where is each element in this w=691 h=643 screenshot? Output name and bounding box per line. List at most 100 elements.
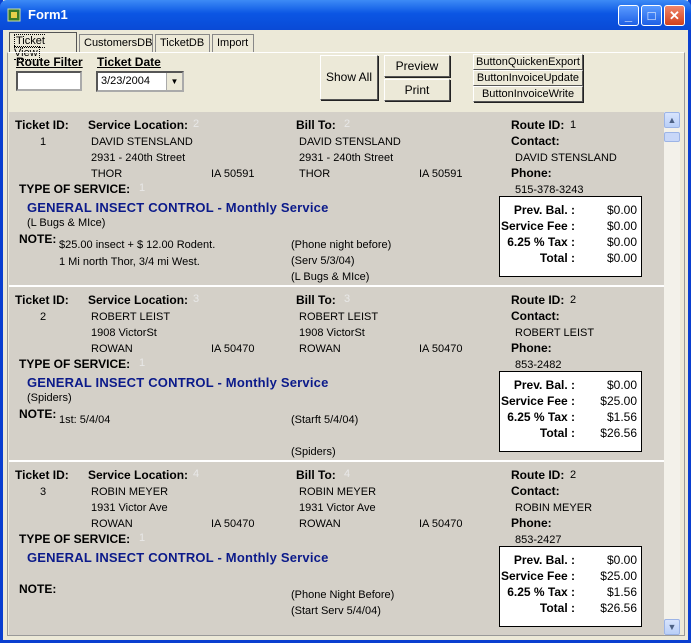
tab-customers-db[interactable]: CustomersDB — [79, 34, 153, 52]
service-name: GENERAL INSECT CONTROL - Monthly Service — [27, 550, 329, 565]
invoice-write-button[interactable]: ButtonInvoiceWrite — [473, 86, 583, 102]
service-pests: (Spiders) — [27, 392, 72, 404]
scroll-up-button[interactable]: ▲ — [664, 112, 680, 128]
service-name: GENERAL INSECT CONTROL - Monthly Service — [27, 375, 329, 390]
prev-balance-value: $0.00 — [606, 378, 637, 392]
service-location-street: 1931 Victor Ave — [91, 502, 168, 514]
contact-label: Contact: — [511, 309, 560, 323]
show-all-button[interactable]: Show All — [320, 55, 378, 100]
service-location-city: ROWAN — [91, 518, 133, 530]
scroll-thumb[interactable] — [664, 132, 680, 142]
note-label: NOTE: — [19, 407, 57, 421]
quicken-export-button[interactable]: ButtonQuickenExport — [473, 54, 583, 70]
prev-balance-value: $0.00 — [606, 203, 637, 217]
ticket-id-label: Ticket ID: — [15, 468, 69, 482]
minimize-button[interactable]: _ — [618, 5, 639, 26]
total-value: $26.56 — [600, 426, 637, 440]
service-location-code: 2 — [193, 118, 200, 130]
note-right-3: (L Bugs & MIce) — [291, 271, 370, 283]
bill-to-label: Bill To: — [296, 118, 336, 132]
preview-button[interactable]: Preview — [384, 55, 450, 77]
tax-value: $1.56 — [606, 585, 637, 599]
invoice-update-button[interactable]: ButtonInvoiceUpdate — [473, 70, 583, 86]
service-fee-label: Service Fee : — [500, 569, 575, 583]
ticket-id-value: 2 — [40, 311, 47, 323]
note-right-1: (Starft 5/4/04) — [291, 414, 359, 426]
service-location-state-zip: IA 50591 — [211, 168, 255, 180]
contact-value: ROBERT LEIST — [515, 327, 595, 339]
service-fee-value: $0.00 — [606, 219, 637, 233]
tab-import[interactable]: Import — [212, 34, 254, 52]
maximize-icon: □ — [647, 8, 656, 23]
ticket-id-label: Ticket ID: — [15, 118, 69, 132]
bill-to-street: 2931 - 240th Street — [299, 152, 394, 164]
tab-ticket-db[interactable]: TicketDB — [155, 34, 210, 52]
service-fee-label: Service Fee : — [500, 394, 575, 408]
type-of-service-label: TYPE OF SERVICE: — [19, 532, 131, 546]
note-line-1: 1st: 5/4/04 — [59, 414, 111, 426]
service-location-street: 1908 VictorSt — [91, 327, 157, 339]
chevron-down-icon[interactable]: ▼ — [166, 73, 182, 90]
bill-to-name: DAVID STENSLAND — [299, 136, 401, 148]
bill-to-label: Bill To: — [296, 293, 336, 307]
close-button[interactable]: ✕ — [664, 5, 685, 26]
note-label: NOTE: — [19, 232, 57, 246]
route-id-label: Route ID: — [511, 293, 565, 307]
service-name: GENERAL INSECT CONTROL - Monthly Service — [27, 200, 329, 215]
route-filter-input[interactable] — [16, 71, 82, 91]
tab-ticket-view[interactable]: Ticket View — [9, 32, 77, 60]
title-bar[interactable]: Form1 _ □ ✕ — [0, 0, 691, 30]
prev-balance-value: $0.00 — [606, 553, 637, 567]
prev-balance-label: Prev. Bal. : — [513, 378, 575, 392]
bill-to-name: ROBERT LEIST — [299, 311, 379, 323]
ticket-id-value: 1 — [40, 136, 47, 148]
contact-value: ROBIN MEYER — [515, 502, 593, 514]
app-icon — [7, 8, 21, 22]
ticket-id-label: Ticket ID: — [15, 293, 69, 307]
totals-box: Prev. Bal. : $0.00 Service Fee : $25.00 … — [499, 371, 642, 452]
type-of-service-label: TYPE OF SERVICE: — [19, 357, 131, 371]
service-fee-value: $25.00 — [600, 569, 637, 583]
service-code: 1 — [139, 357, 146, 369]
chevron-up-icon: ▲ — [667, 115, 677, 125]
tax-label: 6.25 % Tax : — [507, 235, 575, 249]
total-label: Total : — [539, 426, 575, 440]
minimize-icon: _ — [624, 8, 633, 23]
bill-to-label: Bill To: — [296, 468, 336, 482]
service-location-name: ROBERT LEIST — [91, 311, 171, 323]
route-id-value: 2 — [570, 469, 577, 481]
service-location-name: ROBIN MEYER — [91, 486, 169, 498]
bill-to-city: THOR — [299, 168, 331, 180]
total-label: Total : — [539, 251, 575, 265]
ticket-date-combo[interactable]: 3/23/2004 ▼ — [96, 71, 184, 92]
contact-label: Contact: — [511, 134, 560, 148]
total-label: Total : — [539, 601, 575, 615]
service-location-label: Service Location: — [88, 468, 189, 482]
phone-label: Phone: — [511, 166, 552, 180]
service-location-state-zip: IA 50470 — [211, 343, 255, 355]
ticket-record: Ticket ID: 2 Service Location: 3 ROBERT … — [9, 287, 664, 462]
service-location-city: THOR — [91, 168, 123, 180]
route-id-label: Route ID: — [511, 118, 565, 132]
service-location-state-zip: IA 50470 — [211, 518, 255, 530]
service-location-code: 3 — [193, 293, 200, 305]
vertical-scrollbar[interactable]: ▲ ▼ — [664, 112, 680, 635]
ticket-date-value: 3/23/2004 — [101, 75, 150, 87]
route-id-label: Route ID: — [511, 468, 565, 482]
ticket-id-value: 3 — [40, 486, 47, 498]
note-right-2: (Serv 5/3/04) — [291, 255, 355, 267]
service-code: 1 — [139, 182, 146, 194]
service-location-code: 4 — [193, 468, 200, 480]
maximize-button[interactable]: □ — [641, 5, 662, 26]
tax-label: 6.25 % Tax : — [507, 410, 575, 424]
service-pests: (L Bugs & MIce) — [27, 217, 106, 229]
bill-to-state-zip: IA 50591 — [419, 168, 463, 180]
bill-to-code: 4 — [344, 468, 351, 480]
service-location-label: Service Location: — [88, 118, 189, 132]
scroll-down-button[interactable]: ▼ — [664, 619, 680, 635]
type-of-service-label: TYPE OF SERVICE: — [19, 182, 131, 196]
total-value: $26.56 — [600, 601, 637, 615]
print-button[interactable]: Print — [384, 79, 450, 101]
note-right-2: (Start Serv 5/4/04) — [291, 605, 381, 617]
service-location-city: ROWAN — [91, 343, 133, 355]
